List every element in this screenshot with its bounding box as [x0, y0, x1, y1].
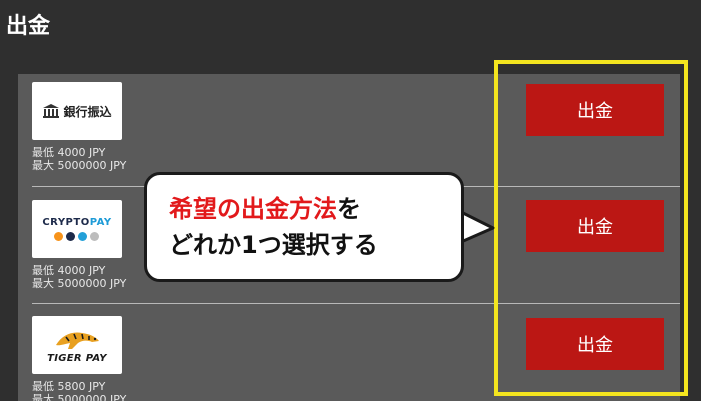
callout-highlight-text: 希望の出金方法 [169, 195, 337, 223]
cryptopay-logo: CRYPTOPAY [32, 200, 122, 258]
bank-transfer-logo-text: 銀行振込 [63, 104, 112, 119]
bank-icon [43, 104, 60, 118]
bank-transfer-logo: 銀行振込 [32, 82, 122, 140]
limits: 最低 5800 JPY 最大 5000000 JPY [32, 380, 126, 401]
min-amount: 最低 4000 JPY [32, 264, 106, 277]
tigerpay-logo-text: TIGER PAY [47, 352, 107, 364]
min-amount: 最低 4000 JPY [32, 146, 106, 159]
max-amount: 最大 5000000 JPY [32, 159, 127, 172]
limits: 最低 4000 JPY 最大 5000000 JPY [32, 146, 126, 172]
tigerpay-logo: TIGER PAY [32, 316, 122, 374]
crypto-coins-icon [54, 232, 100, 241]
callout-line-1-rest: を [337, 195, 361, 223]
tiger-icon [56, 332, 99, 349]
max-amount: 最大 5000000 JPY [32, 393, 127, 401]
max-amount: 最大 5000000 JPY [32, 277, 127, 290]
page-title: 出金 [6, 14, 51, 39]
callout-line-2: どれか1つ選択する [169, 231, 378, 259]
callout-line-1: 希望の出金方法を [169, 191, 461, 227]
min-amount: 最低 5800 JPY [32, 380, 106, 393]
cryptopay-logo-text-b: PAY [89, 217, 112, 228]
buttons-highlight-frame [494, 60, 688, 396]
callout-tail [459, 210, 495, 244]
instruction-callout: 希望の出金方法を どれか1つ選択する [144, 172, 464, 282]
limits: 最低 4000 JPY 最大 5000000 JPY [32, 264, 126, 290]
cryptopay-logo-text-a: CRYPTO [42, 217, 90, 228]
